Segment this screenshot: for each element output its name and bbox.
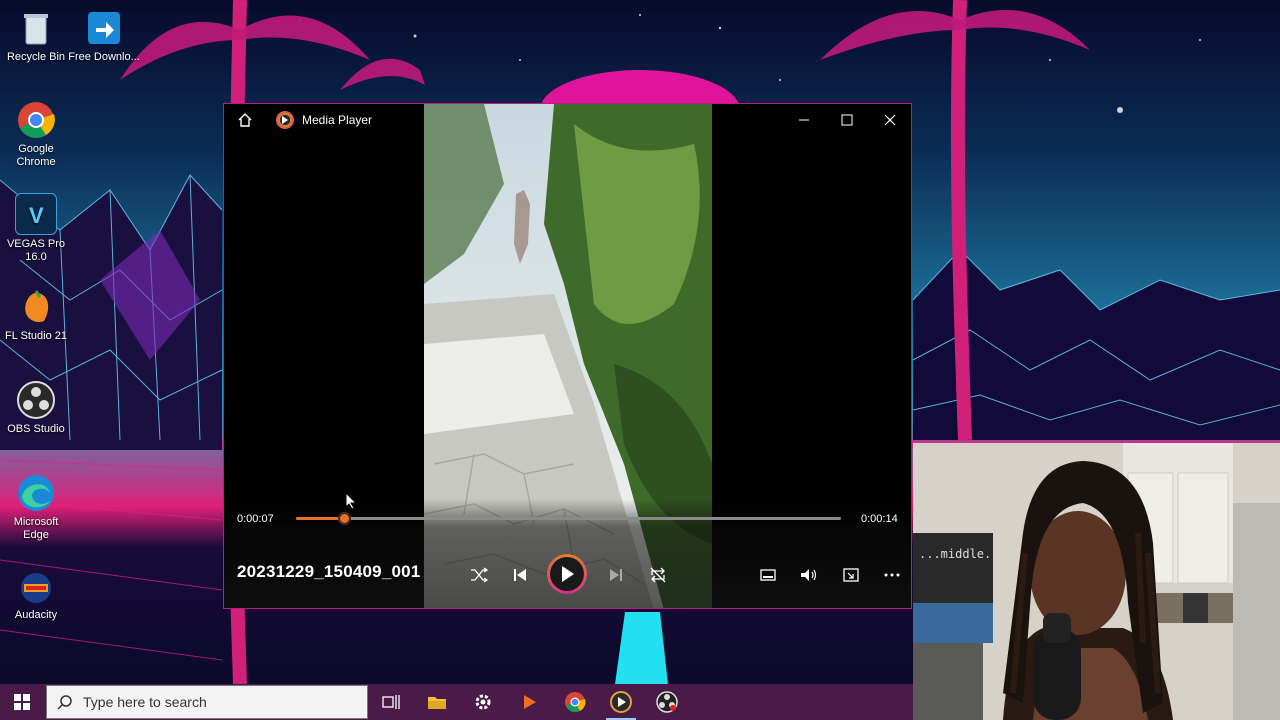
taskbar-media-player[interactable] <box>598 684 644 720</box>
edge-icon <box>16 473 56 513</box>
obs-icon <box>656 691 678 713</box>
desktop-icon-label: Free Downlo... <box>68 51 140 63</box>
desktop-icon-recycle-bin[interactable]: Recycle Bin <box>0 8 72 64</box>
play-icon <box>562 566 574 582</box>
minimize-icon <box>798 119 809 120</box>
seek-bar[interactable] <box>296 512 841 525</box>
close-icon <box>884 114 895 125</box>
audacity-icon <box>16 566 56 606</box>
taskbar: Type here to search <box>0 684 913 720</box>
taskbar-task-view[interactable] <box>368 684 414 720</box>
taskbar-settings[interactable] <box>460 684 506 720</box>
desktop-icon-edge[interactable]: Microsoft Edge <box>0 473 72 542</box>
player-controls: 0:00:07 0:00:14 20231229_150409_001 <box>224 499 911 608</box>
media-player-window[interactable]: Media Player 0:00:07 0:00:14 20231229_15… <box>223 103 912 609</box>
chrome-icon <box>16 100 56 140</box>
maximize-icon <box>841 114 852 125</box>
desktop-icon-label: Audacity <box>14 609 58 621</box>
settings-icon <box>475 694 491 710</box>
desktop-icon-label: Microsoft Edge <box>13 516 59 541</box>
play-button[interactable] <box>547 554 587 594</box>
close-button[interactable] <box>868 104 911 135</box>
mini-player-button[interactable] <box>833 557 869 593</box>
repeat-button[interactable] <box>640 557 676 593</box>
taskbar-file-explorer[interactable] <box>414 684 460 720</box>
webcam-overlay: ...middle. <box>913 443 1280 720</box>
previous-button[interactable] <box>502 557 538 593</box>
desktop-icon-obs[interactable]: OBS Studio <box>0 380 72 436</box>
title-bar[interactable]: Media Player <box>224 104 911 135</box>
repeat-off-icon <box>650 567 666 583</box>
desktop-icon-fl-studio[interactable]: FL Studio 21 <box>0 287 72 343</box>
mouse-cursor-icon <box>345 492 357 510</box>
minimize-button[interactable] <box>782 104 825 135</box>
desktop-icon-label: OBS Studio <box>7 423 65 435</box>
window-title: Media Player <box>302 112 373 127</box>
previous-icon <box>514 569 526 581</box>
taskbar-chrome[interactable] <box>552 684 598 720</box>
next-icon <box>610 569 622 581</box>
recycle-bin-icon <box>16 8 56 48</box>
shuffle-button[interactable] <box>461 557 497 593</box>
free-download-icon <box>84 8 124 48</box>
desktop-icon-audacity[interactable]: Audacity <box>0 566 72 622</box>
more-icon <box>884 573 900 577</box>
next-button[interactable] <box>598 557 634 593</box>
maximize-button[interactable] <box>825 104 868 135</box>
volume-icon <box>801 569 817 581</box>
taskbar-obs[interactable] <box>644 684 690 720</box>
home-button[interactable] <box>234 109 256 131</box>
desktop-icon-vegas-pro[interactable]: V VEGAS Pro 16.0 <box>0 193 72 264</box>
chrome-icon <box>565 692 586 713</box>
fl-studio-icon <box>16 287 56 327</box>
taskbar-vlc[interactable] <box>506 684 552 720</box>
total-time: 0:00:14 <box>861 513 898 525</box>
start-button[interactable] <box>0 684 44 720</box>
taskbar-search-box[interactable]: Type here to search <box>46 685 368 719</box>
search-placeholder: Type here to search <box>83 694 207 710</box>
desktop-icon-label: VEGAS Pro 16.0 <box>6 238 66 263</box>
current-time: 0:00:07 <box>237 513 274 525</box>
media-player-app-icon <box>276 110 294 129</box>
svg-text:V: V <box>29 203 44 228</box>
file-explorer-icon <box>428 697 446 709</box>
obs-icon <box>16 380 56 420</box>
windows-logo-icon <box>14 694 30 710</box>
mini-player-icon <box>843 568 859 582</box>
vegas-pro-icon: V <box>15 193 57 235</box>
home-icon <box>238 112 252 127</box>
media-player-icon <box>610 691 632 713</box>
vlc-icon <box>524 695 536 709</box>
desktop-icon-label: Recycle Bin <box>6 51 66 63</box>
file-name: 20231229_150409_001 <box>237 562 421 581</box>
captions-icon <box>760 569 776 581</box>
search-icon <box>57 695 72 710</box>
task-view-icon <box>382 695 400 709</box>
volume-button[interactable] <box>791 557 827 593</box>
desktop-icon-chrome[interactable]: Google Chrome <box>0 100 72 169</box>
wall-sign-text: ...middle. <box>919 547 991 561</box>
more-options-button[interactable] <box>874 557 910 593</box>
shuffle-icon <box>471 567 488 583</box>
captions-button[interactable] <box>750 557 786 593</box>
desktop-icon-label: FL Studio 21 <box>5 330 67 342</box>
seek-thumb[interactable] <box>338 512 352 525</box>
desktop-icon-label: Google Chrome <box>16 143 56 168</box>
desktop-icon-free-download[interactable]: Free Downlo... <box>68 8 140 64</box>
